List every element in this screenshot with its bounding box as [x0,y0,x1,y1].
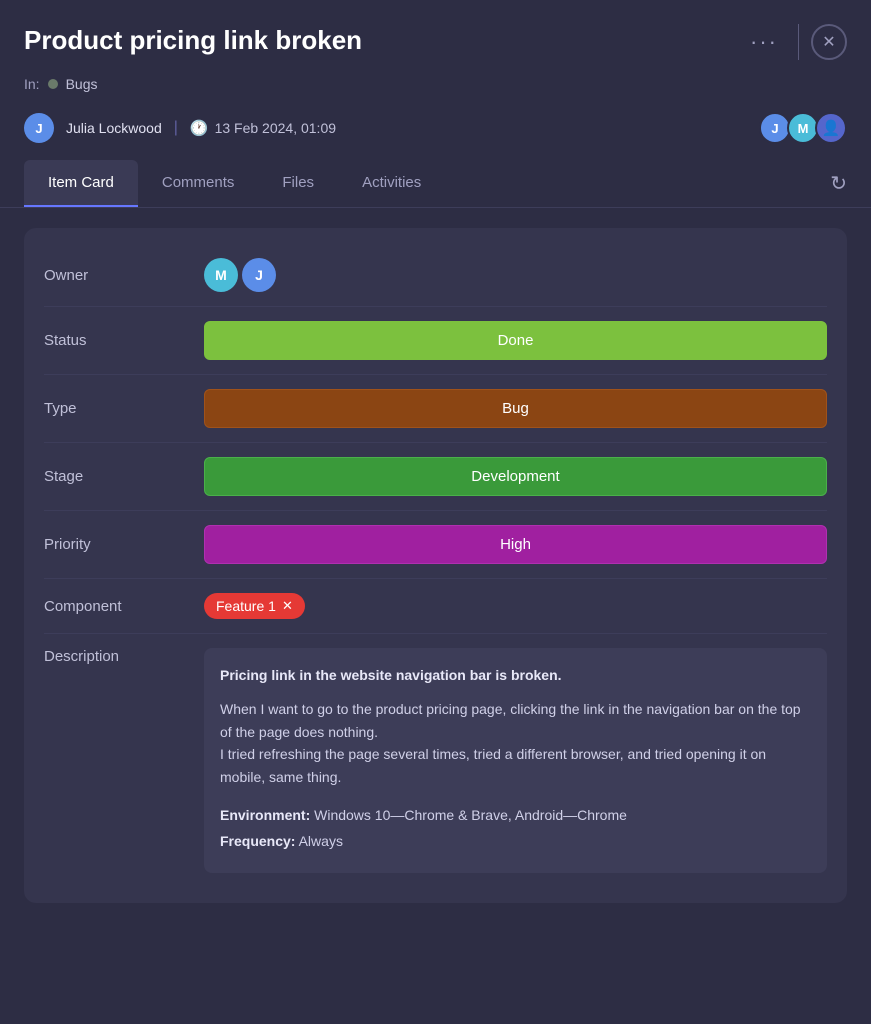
status-value[interactable]: Done [204,321,827,360]
component-tag: Feature 1 ✕ [204,593,305,619]
breadcrumb-dot-icon [48,79,58,89]
priority-value[interactable]: High [204,525,827,564]
type-bar[interactable]: Bug [204,389,827,428]
timestamp: 🕐 13 Feb 2024, 01:09 [190,119,336,137]
author-name: Julia Lockwood [66,120,162,136]
owner-avatar-m: M [204,258,238,292]
type-value[interactable]: Bug [204,389,827,428]
description-box: Pricing link in the website navigation b… [204,648,827,873]
type-field-row: Type Bug [44,375,827,443]
tabs-row: Item Card Comments Files Activities ↻ [0,160,871,208]
close-button[interactable]: ✕ [811,24,847,60]
priority-field-row: Priority High [44,511,827,579]
freq-label: Frequency: [220,833,295,849]
env-value: Windows 10—Chrome & Brave, Android—Chrom… [314,807,627,823]
owner-avatar-j: J [242,258,276,292]
modal-container: Product pricing link broken ··· ✕ In: Bu… [0,0,871,1024]
owners-display: M J [204,258,827,292]
component-remove-button[interactable]: ✕ [282,598,293,614]
tab-activities[interactable]: Activities [338,160,445,207]
type-label: Type [44,400,204,417]
timestamp-value: 13 Feb 2024, 01:09 [215,120,336,136]
person-icon: 👤 [822,119,841,137]
status-label: Status [44,332,204,349]
tab-files[interactable]: Files [258,160,338,207]
priority-bar[interactable]: High [204,525,827,564]
item-card: Owner M J Status Done Type Bu [24,228,847,903]
content-area: Owner M J Status Done Type Bu [0,208,871,923]
author-avatar: J [24,113,54,143]
freq-line: Frequency: Always [220,830,811,852]
status-bar[interactable]: Done [204,321,827,360]
component-label: Component [44,598,204,615]
clock-icon: 🕐 [190,119,209,137]
meta-left: J Julia Lockwood | 🕐 13 Feb 2024, 01:09 [24,113,336,143]
modal-header: Product pricing link broken ··· ✕ [0,0,871,72]
breadcrumb-location[interactable]: Bugs [66,76,98,92]
stage-value[interactable]: Development [204,457,827,496]
component-field-row: Component Feature 1 ✕ [44,579,827,634]
breadcrumb: In: Bugs [0,72,871,104]
description-field-row: Description Pricing link in the website … [44,634,827,887]
priority-label: Priority [44,536,204,553]
refresh-icon: ↻ [830,173,847,195]
env-line: Environment: Windows 10—Chrome & Brave, … [220,804,811,826]
description-title: Pricing link in the website navigation b… [220,664,811,686]
tab-comments[interactable]: Comments [138,160,259,207]
close-icon: ✕ [822,32,835,52]
header-actions: ··· ✕ [742,24,847,60]
breadcrumb-prefix: In: [24,76,40,92]
tabs-left: Item Card Comments Files Activities [24,160,445,207]
collaborator-avatar-person: 👤 [815,112,847,144]
stage-field-row: Stage Development [44,443,827,511]
status-field-row: Status Done [44,307,827,375]
owner-label: Owner [44,267,204,284]
owner-value: M J [204,258,827,292]
more-options-button[interactable]: ··· [742,25,786,59]
tab-item-card[interactable]: Item Card [24,160,138,207]
meta-row: J Julia Lockwood | 🕐 13 Feb 2024, 01:09 … [0,104,871,160]
description-value: Pricing link in the website navigation b… [204,648,827,873]
stage-bar[interactable]: Development [204,457,827,496]
component-value: Feature 1 ✕ [204,593,827,619]
refresh-button[interactable]: ↻ [830,171,847,196]
page-title: Product pricing link broken [24,24,726,58]
component-tag-label: Feature 1 [216,598,276,614]
description-body: When I want to go to the product pricing… [220,698,811,788]
description-label: Description [44,648,204,665]
meta-separator: | [174,119,178,137]
meta-right: J M 👤 [759,112,847,144]
stage-label: Stage [44,468,204,485]
env-label: Environment: [220,807,310,823]
owner-field-row: Owner M J [44,244,827,307]
freq-value: Always [299,833,343,849]
